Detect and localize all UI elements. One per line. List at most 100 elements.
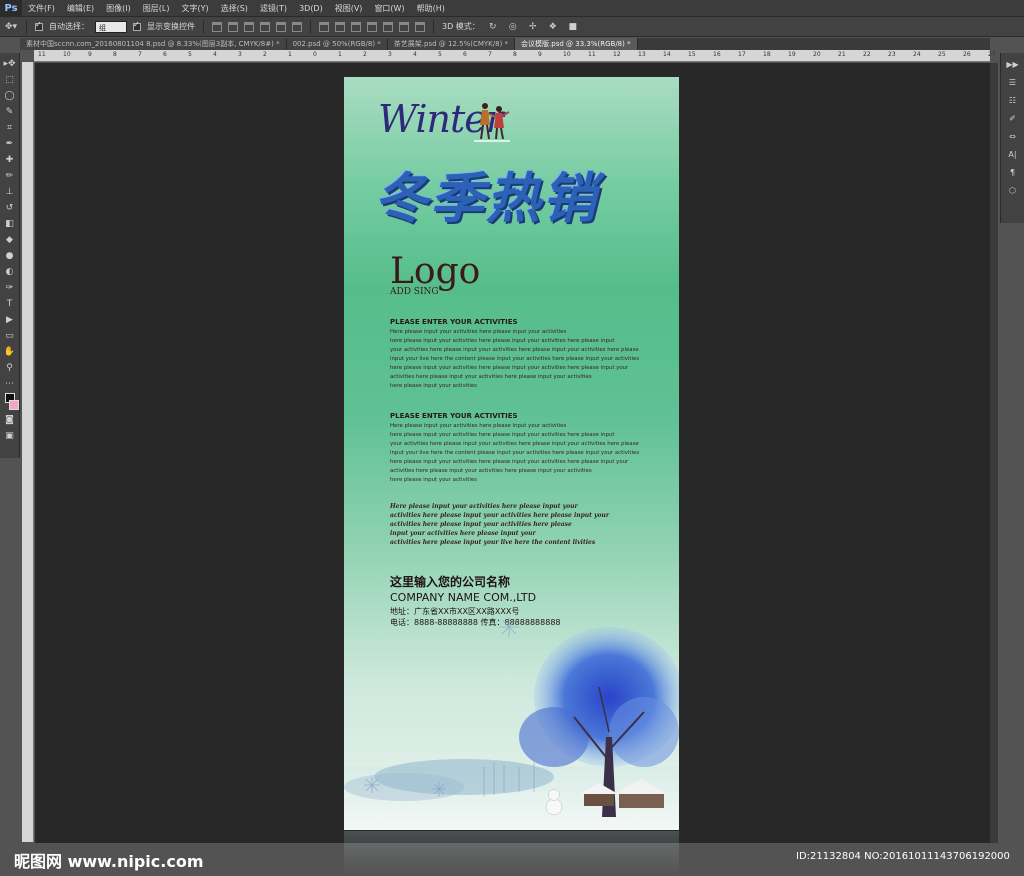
menu-edit[interactable]: 编辑(E) [61,0,100,17]
nipic-watermark: 昵图网 www.nipic.com [14,852,204,871]
tab-document-2[interactable]: 002.psd @ 50%(RGB/8) * [286,38,388,50]
quick-mask-icon[interactable]: ◙ [3,413,17,426]
hand-tool-icon[interactable]: ✋ [3,345,17,358]
winter-tree-scene [344,617,679,830]
body-line: input your live here the content please … [390,450,640,456]
ruler-tick-label: 10 [63,51,71,58]
menu-help[interactable]: 帮助(H) [411,0,451,17]
quick-select-tool-icon[interactable]: ✎ [3,105,17,118]
italic-line: input your activities here please input … [390,530,536,537]
adjustments-panel-icon[interactable]: ☷ [1006,94,1020,106]
pen-tool-icon[interactable]: ✑ [3,281,17,294]
paint-bucket-tool-icon[interactable]: ◆ [3,233,17,246]
ruler-tick-label: 16 [713,51,721,58]
path-select-tool-icon[interactable]: ▶ [3,313,17,326]
italic-text-block: Here please input your activities here p… [390,502,609,547]
distribute-top-icon[interactable] [319,21,329,32]
3d-slide-icon[interactable]: ❖ [546,21,560,33]
history-brush-tool-icon[interactable]: ↺ [3,201,17,214]
auto-align-icon[interactable] [415,21,425,32]
3d-roll-icon[interactable]: ◎ [506,21,520,33]
3d-scale-icon[interactable]: ■ [566,21,580,33]
ruler-tick-label: 2 [263,51,267,58]
ruler-tick-label: 1 [338,51,342,58]
clone-stamp-tool-icon[interactable]: ⊥ [3,185,17,198]
menu-view[interactable]: 视图(V) [329,0,369,17]
blur-tool-icon[interactable]: ● [3,249,17,262]
auto-select-checkbox[interactable] [35,20,43,31]
company-name-english: COMPANY NAME COM.,LTD [390,591,537,604]
distribute-hcenter-icon[interactable] [383,21,393,32]
distribute-right-icon[interactable] [399,21,409,32]
options-separator [433,19,434,34]
screen-mode-icon[interactable]: ▣ [3,429,17,442]
3d-panel-icon[interactable]: ⬡ [1006,184,1020,196]
shape-tool-icon[interactable]: ▭ [3,329,17,342]
distribute-left-icon[interactable] [367,21,377,32]
ruler-tick-label: 3 [388,51,392,58]
vertical-scrollbar[interactable] [990,63,998,843]
eraser-tool-icon[interactable]: ◧ [3,217,17,230]
paragraph-panel-icon[interactable]: ¶ [1006,166,1020,178]
dodge-tool-icon[interactable]: ◐ [3,265,17,278]
align-hcenter-icon[interactable] [276,21,286,32]
poster-document[interactable]: Winter 冬季热销 Logo ADD SING PLEASE ENTER Y… [344,77,679,830]
auto-select-label: 自动选择： [49,22,89,31]
brush-tool-icon[interactable]: ✏ [3,169,17,182]
3d-pan-icon[interactable]: ✢ [526,21,540,33]
align-vcenter-icon[interactable] [228,21,238,32]
ruler-tick-label: 10 [563,51,571,58]
body-line: here please input your activities here p… [390,432,615,438]
lasso-tool-icon[interactable]: ◯ [3,89,17,102]
ruler-tick-label: 4 [413,51,417,58]
align-left-icon[interactable] [260,21,270,32]
move-tool-icon[interactable]: ✥▾ [4,21,18,33]
zoom-tool-icon[interactable]: ⚲ [3,361,17,374]
ruler-tick-label: 5 [188,51,192,58]
align-top-icon[interactable] [212,21,222,32]
type-tool-icon[interactable]: T [3,297,17,310]
align-right-icon[interactable] [292,21,302,32]
character-panel-icon[interactable]: A| [1006,148,1020,160]
menu-window[interactable]: 窗口(W) [368,0,410,17]
italic-line: activities here please input your activi… [390,512,610,519]
crop-tool-icon[interactable]: ⌗ [3,121,17,134]
menu-image[interactable]: 图像(I) [100,0,137,17]
menu-file[interactable]: 文件(F) [22,0,61,17]
menu-type[interactable]: 文字(Y) [175,0,214,17]
align-bottom-icon[interactable] [244,21,254,32]
more-tools-icon[interactable]: ⋯ [3,377,17,390]
ruler-tick-label: 9 [88,51,92,58]
distribute-vcenter-icon[interactable] [335,21,345,32]
background-color-swatch[interactable] [8,400,19,410]
tab-document-1[interactable]: 素材中国sccnn.com_20160801104 8.psd @ 8.33%(… [20,38,287,50]
ruler-tick-label: 11 [588,51,596,58]
show-transform-checkbox[interactable] [133,20,141,31]
eyedropper-tool-icon[interactable]: ✒ [3,137,17,150]
tab-document-3[interactable]: 茶艺展架.psd @ 12.5%(CMYK/8) * [387,38,516,50]
move-tool-icon[interactable]: ▸✥ [3,57,17,70]
paths-panel-icon[interactable]: ⇔ [1006,130,1020,142]
3d-rotate-icon[interactable]: ↻ [486,21,500,33]
menu-3d[interactable]: 3D(D) [293,0,329,17]
history-panel-icon[interactable]: ▶▶ [1006,58,1020,70]
ruler-tick-label: 6 [463,51,467,58]
tools-panel: ▸✥ ⬚ ◯ ✎ ⌗ ✒ ✚ ✏ ⊥ ↺ ◧ ◆ ● ◐ ✑ T ▶ ▭ ✋ ⚲… [0,53,20,458]
logo-subtitle: ADD SING [390,287,439,297]
properties-panel-icon[interactable]: ☰ [1006,76,1020,88]
brush-panel-icon[interactable]: ✐ [1006,112,1020,124]
ruler-tick-label: 12 [613,51,621,58]
ruler-tick-label: 7 [488,51,492,58]
menu-filter[interactable]: 滤镜(T) [254,0,293,17]
ruler-tick-label: 5 [438,51,442,58]
marquee-tool-icon[interactable]: ⬚ [3,73,17,86]
italic-line: Here please input your activities here p… [390,503,578,510]
menu-layer[interactable]: 图层(L) [137,0,176,17]
distribute-bottom-icon[interactable] [351,21,361,32]
healing-brush-tool-icon[interactable]: ✚ [3,153,17,166]
tab-document-4-active[interactable]: 会议模版.psd @ 33.3%(RGB/8) * [515,38,638,50]
ruler-tick-label: 26 [963,51,971,58]
auto-select-dropdown[interactable]: 组 [95,20,127,33]
ruler-tick-label: 0 [313,51,317,58]
menu-select[interactable]: 选择(S) [215,0,254,17]
